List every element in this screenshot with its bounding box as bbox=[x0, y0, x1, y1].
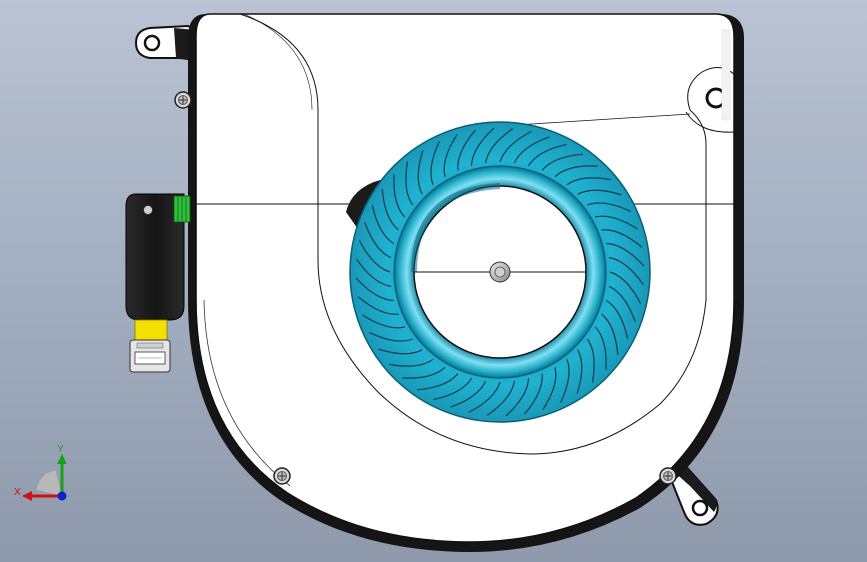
y-axis-label: Y bbox=[57, 444, 64, 455]
screw-bottom-right bbox=[659, 467, 677, 485]
fan-model-view[interactable] bbox=[0, 0, 867, 562]
cad-viewport[interactable]: Y X bbox=[0, 0, 867, 562]
x-axis-label: X bbox=[14, 487, 21, 498]
x-axis-head bbox=[22, 491, 32, 501]
mounting-tab-top-left bbox=[134, 24, 197, 62]
fan-cable bbox=[125, 193, 191, 321]
coordinate-triad: Y X bbox=[14, 444, 67, 501]
y-axis-head bbox=[57, 454, 67, 464]
screw-left bbox=[174, 91, 192, 109]
triad-plane bbox=[35, 469, 63, 497]
cable-connector bbox=[129, 319, 171, 373]
z-axis-dot bbox=[57, 491, 67, 501]
screw-bottom-left bbox=[273, 467, 291, 485]
